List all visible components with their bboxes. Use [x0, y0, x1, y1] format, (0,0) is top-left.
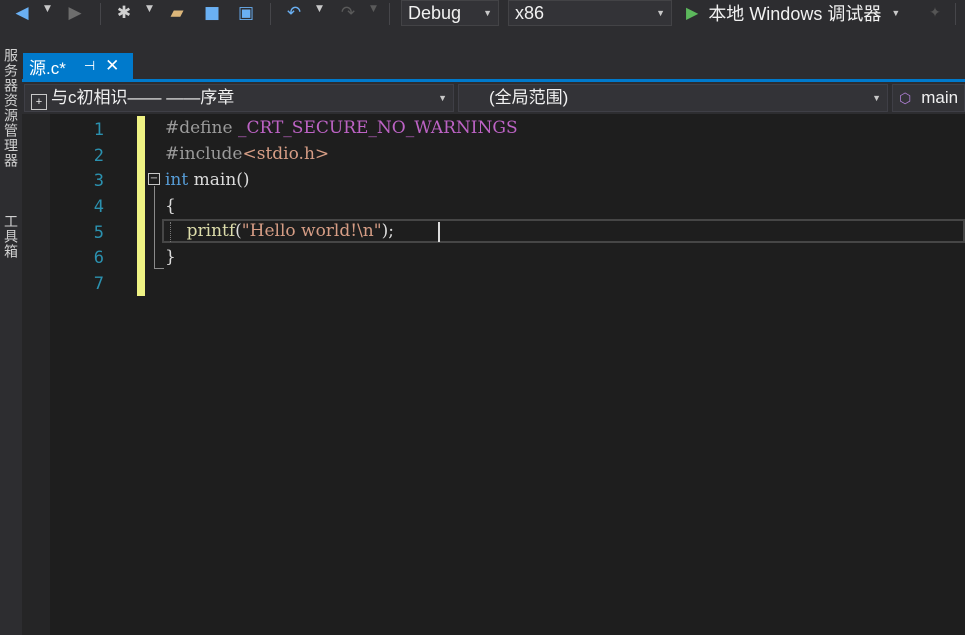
line-number: 4	[93, 197, 104, 217]
code-line-2[interactable]: #include<stdio.h>	[165, 141, 329, 167]
string-literal: "Hello world!\n"	[241, 221, 382, 241]
new-project-dropdown-icon[interactable]: ▼	[146, 4, 153, 14]
chevron-down-icon: ▼	[656, 8, 665, 18]
open-paren: (	[235, 221, 242, 241]
code-line-6[interactable]: }	[165, 244, 176, 270]
document-tab-strip	[22, 28, 965, 82]
fold-guide-end	[154, 268, 164, 269]
undo-dropdown-icon[interactable]: ▼	[316, 4, 323, 14]
macro-name: _CRT_SECURE_NO_WARNINGS	[237, 118, 518, 138]
navigate-back-dropdown-icon[interactable]: ▼	[44, 4, 51, 14]
tab-title: 源.c*	[29, 58, 66, 78]
tab-source-file[interactable]: 源.c* ⊣ ✕	[23, 53, 133, 79]
function-cube-icon: ⬡	[899, 90, 912, 106]
toolbar-separator	[955, 3, 956, 25]
new-project-icon[interactable]: ✱	[112, 2, 136, 24]
save-icon[interactable]: ■	[200, 2, 224, 24]
open-folder-icon[interactable]: ▰	[165, 2, 189, 24]
include-header: <stdio.h>	[242, 144, 330, 164]
text-caret	[438, 222, 440, 242]
chevron-down-icon: ▼	[438, 93, 447, 103]
close-icon[interactable]: ✕	[105, 56, 119, 76]
chevron-down-icon: ▼	[483, 8, 492, 18]
navigate-forward-icon[interactable]: ▶	[63, 2, 87, 24]
open-brace: {	[165, 196, 176, 216]
server-explorer-tab[interactable]: 服务器资源管理器	[0, 48, 20, 168]
line-number: 5	[93, 223, 104, 243]
line-number: 7	[93, 274, 104, 294]
line-number: 2	[93, 146, 104, 166]
start-debugging-label: 本地 Windows 调试器	[708, 4, 882, 24]
play-icon: ▶	[686, 5, 699, 22]
close-paren-semicolon: );	[381, 221, 394, 241]
toolbar-separator	[100, 3, 101, 25]
code-line-1[interactable]: #define _CRT_SECURE_NO_WARNINGS	[165, 115, 518, 141]
collapse-icon[interactable]: −	[148, 173, 160, 185]
toolbox-tab[interactable]: 工具箱	[0, 214, 20, 259]
member-select[interactable]: ⬡ main	[892, 84, 965, 112]
preprocessor-directive: #include	[165, 144, 243, 164]
start-debugging-button[interactable]: ▶ 本地 Windows 调试器 ▼	[686, 0, 900, 26]
scope-select[interactable]: (全局范围) ▼	[458, 84, 888, 112]
project-name: 与c初相识—— ——序章	[51, 88, 235, 107]
preprocessor-directive: #define	[165, 118, 233, 138]
chevron-down-icon: ▼	[872, 93, 881, 103]
code-editor[interactable]	[22, 114, 965, 635]
main-toolbar: ◀ ▼ ▶ ✱ ▼ ▰ ■ ▣ ↶ ▼ ↷ ▼ Debug ▼ x86 ▼ ▶ …	[0, 0, 965, 28]
solution-platform-value: x86	[515, 3, 545, 23]
toolbar-separator	[270, 3, 271, 25]
navigate-back-icon[interactable]: ◀	[10, 2, 34, 24]
hot-reload-icon: ✦	[929, 5, 941, 21]
solution-configuration-value: Debug	[408, 3, 462, 23]
code-line-3[interactable]: int main()	[165, 167, 250, 193]
left-tool-strip: 服务器资源管理器 工具箱	[0, 28, 22, 635]
function-call: printf	[186, 221, 236, 241]
toolbar-separator	[389, 3, 390, 25]
project-select[interactable]: + 与c初相识—— ——序章 ▼	[24, 84, 454, 112]
keyword-int: int	[165, 170, 189, 190]
redo-dropdown-icon: ▼	[370, 4, 377, 14]
close-brace: }	[165, 247, 176, 267]
chevron-down-icon[interactable]: ▼	[891, 8, 900, 18]
line-number: 1	[93, 120, 104, 140]
solution-platform-select[interactable]: x86 ▼	[508, 0, 672, 26]
undo-icon[interactable]: ↶	[282, 2, 306, 24]
pin-icon[interactable]: ⊣	[84, 58, 95, 74]
save-all-icon[interactable]: ▣	[233, 2, 259, 24]
change-tracking-bar	[137, 116, 145, 296]
member-name: main	[921, 88, 959, 107]
indicator-margin	[22, 114, 50, 635]
code-line-5[interactable]: printf("Hello world!\n");	[165, 218, 394, 244]
line-number: 3	[93, 171, 104, 191]
fold-guide	[154, 186, 155, 268]
code-line-4[interactable]: {	[165, 193, 176, 219]
project-icon: +	[31, 94, 47, 110]
solution-configuration-select[interactable]: Debug ▼	[401, 0, 499, 26]
redo-icon: ↷	[340, 3, 356, 23]
function-signature: main()	[188, 170, 250, 190]
scope-name: (全局范围)	[489, 88, 569, 107]
line-number: 6	[93, 248, 104, 268]
